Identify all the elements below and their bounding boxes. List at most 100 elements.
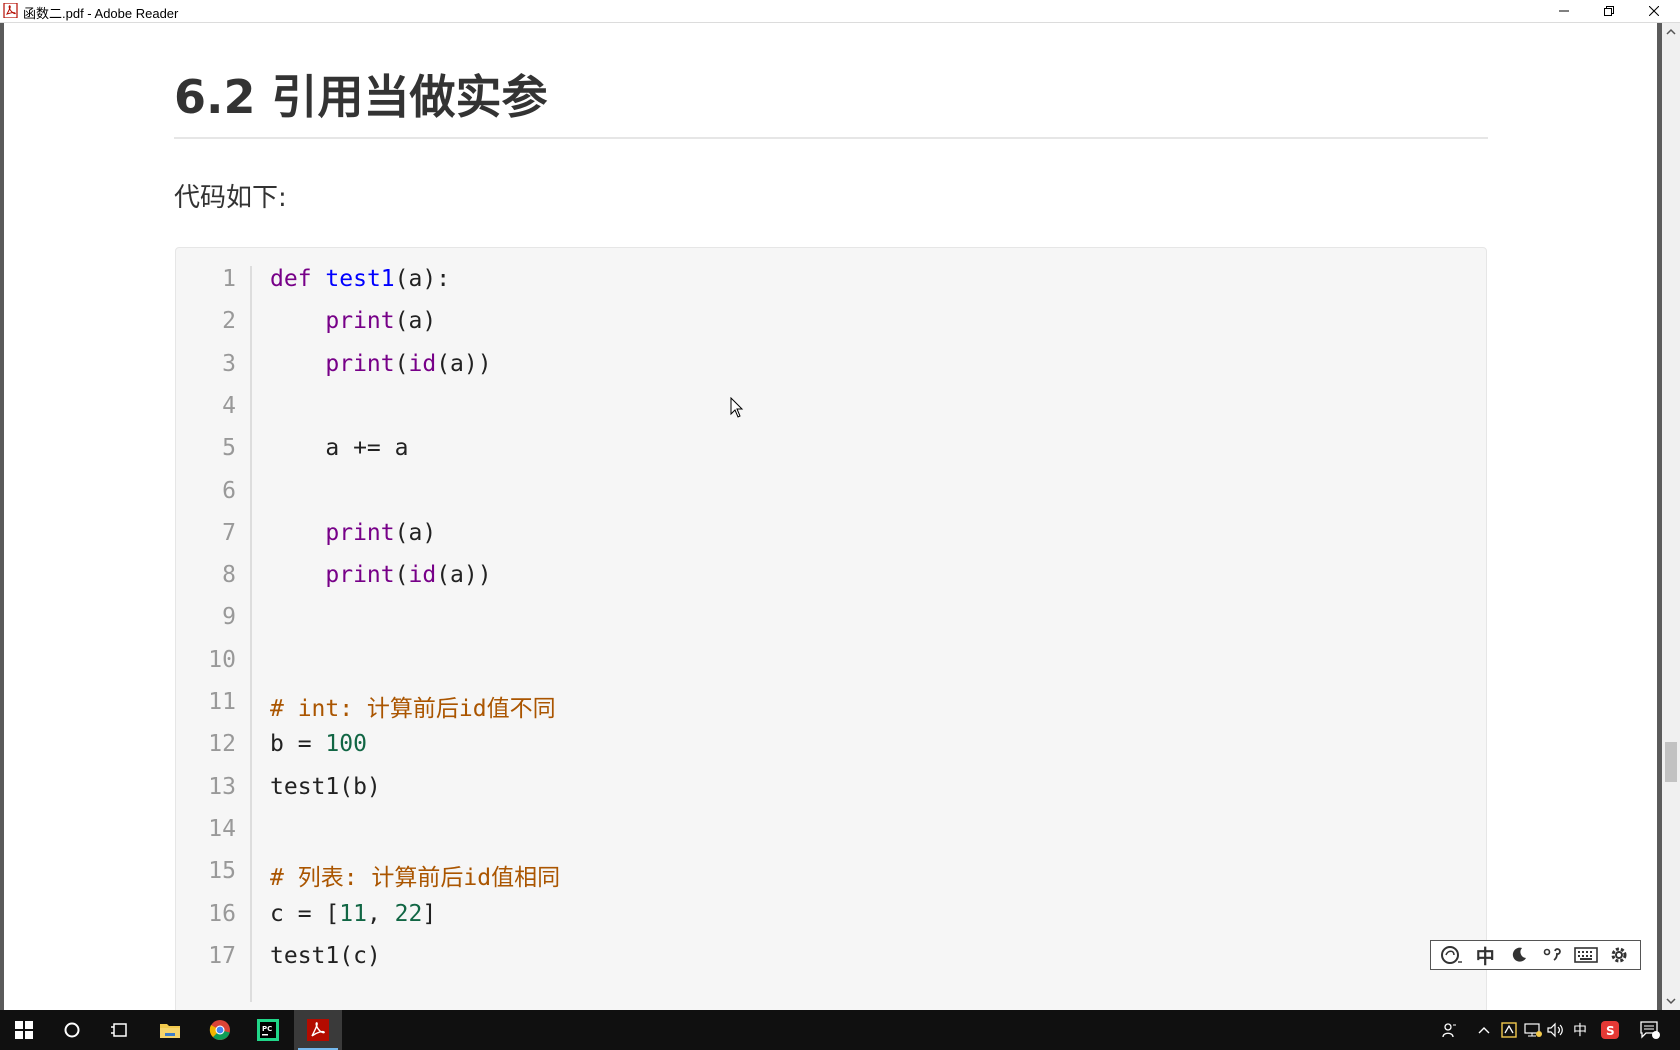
network-icon[interactable]: [1523, 1020, 1543, 1040]
vertical-scrollbar[interactable]: [1662, 23, 1680, 1010]
adobe-reader-icon: [307, 1019, 329, 1041]
title-bar: 函数二.pdf - Adobe Reader: [0, 0, 1680, 23]
ime-chinese-mode[interactable]: 中: [1472, 943, 1498, 968]
input-language-indicator[interactable]: 中: [1570, 1020, 1590, 1040]
people-icon[interactable]: [1440, 1020, 1458, 1040]
minimize-icon: [1559, 10, 1569, 12]
adobe-reader-app-icon: [3, 3, 18, 18]
ime-keyboard-icon[interactable]: [1573, 943, 1599, 967]
svg-text:PC: PC: [262, 1025, 272, 1033]
mouse-pointer-icon: [730, 397, 744, 418]
line-number: 15: [208, 858, 236, 885]
code-token: 11: [339, 900, 367, 927]
search-button[interactable]: [48, 1010, 96, 1050]
code-token: ,: [366, 900, 395, 927]
code-text: test1(b): [270, 774, 381, 800]
code-text: print(a): [270, 520, 436, 546]
chevron-up-icon[interactable]: [1477, 1020, 1491, 1040]
restore-button[interactable]: [1586, 0, 1632, 22]
chrome-icon: [209, 1020, 230, 1040]
line-number: 3: [222, 350, 236, 377]
document-viewport[interactable]: 6.2 引用当做实参 代码如下: 1 def test1(a): 2 print(a…: [0, 23, 1662, 1023]
line-number: 12: [208, 731, 236, 758]
code-line: 17 test1(c): [176, 937, 1486, 979]
code-line: 14: [176, 810, 1486, 852]
code-text: a += a: [270, 435, 408, 461]
adobe-reader-button[interactable]: [294, 1010, 342, 1050]
ime-logo-icon[interactable]: [1439, 943, 1465, 967]
code-text: test1(c): [270, 943, 381, 969]
code-token: id: [408, 350, 437, 377]
notification-center-icon[interactable]: [1638, 1020, 1662, 1040]
code-line: 7 print(a): [176, 514, 1486, 556]
line-number: 8: [222, 562, 236, 589]
page-heading: 6.2 引用当做实参: [174, 70, 548, 124]
ime-punctuation-icon[interactable]: [1539, 943, 1565, 967]
line-number: 13: [208, 773, 236, 800]
windows-icon: [15, 1021, 33, 1039]
folder-icon: [160, 1024, 180, 1038]
code-line: 1 def test1(a):: [176, 260, 1486, 302]
code-line: 15 # 列表: 计算前后id值相同: [176, 852, 1486, 894]
code-token: print: [325, 350, 395, 377]
code-text: print(id(a)): [270, 562, 492, 589]
file-explorer-button[interactable]: [146, 1010, 194, 1050]
code-line: 9: [176, 598, 1486, 640]
code-token: a += a: [270, 435, 409, 462]
code-block: 1 def test1(a): 2 print(a) 3 print(id(a)) 4 5…: [175, 247, 1487, 1023]
pycharm-button[interactable]: PC: [244, 1010, 292, 1050]
code-token: # int: 计算前后id值不同: [270, 696, 556, 722]
svg-text:S: S: [1606, 1024, 1615, 1038]
line-number: 17: [208, 942, 236, 969]
chrome-button[interactable]: [196, 1010, 244, 1050]
code-line: 6: [176, 472, 1486, 514]
code-token: print: [325, 308, 395, 335]
code-token: id: [408, 562, 437, 589]
code-line: 3 print(id(a)): [176, 345, 1486, 387]
start-button[interactable]: [0, 1010, 48, 1050]
code-token: test1: [325, 266, 395, 292]
code-text: # int: 计算前后id值不同: [270, 689, 556, 723]
code-token: c = [: [270, 900, 340, 927]
code-token: b =: [270, 731, 326, 758]
sogou-ime-icon[interactable]: S: [1600, 1020, 1620, 1040]
code-line: 2 print(a): [176, 302, 1486, 344]
taskbar: PC 中 S: [0, 1010, 1680, 1050]
pycharm-icon: PC: [257, 1019, 279, 1041]
code-token: ]: [422, 900, 437, 927]
scroll-down-icon[interactable]: [1665, 996, 1677, 1006]
ime-settings-icon[interactable]: [1606, 943, 1632, 967]
ime-moon-icon[interactable]: [1506, 943, 1532, 967]
code-token: print: [325, 562, 395, 589]
code-line: 5 a += a: [176, 429, 1486, 471]
restore-icon: [1604, 6, 1614, 16]
code-text: print(a): [270, 308, 436, 334]
heading-divider: [174, 137, 1488, 139]
code-text: c = [11, 22]: [270, 901, 436, 927]
scrollbar-thumb[interactable]: [1665, 742, 1677, 782]
code-token: (a): [394, 519, 437, 546]
code-token: (: [394, 562, 409, 589]
line-number: 5: [222, 435, 236, 462]
volume-icon[interactable]: [1546, 1020, 1566, 1040]
code-token: (a):: [394, 266, 451, 292]
line-number: 1: [222, 266, 236, 292]
page-left-border: [0, 23, 4, 1010]
tray-app-icon[interactable]: [1500, 1020, 1518, 1040]
line-number: 4: [222, 392, 236, 419]
line-number: 2: [222, 308, 236, 335]
close-button[interactable]: [1631, 0, 1677, 22]
minimize-button[interactable]: [1541, 0, 1587, 22]
code-token: print: [325, 519, 395, 546]
code-line: 4: [176, 387, 1486, 429]
scroll-up-icon[interactable]: [1665, 27, 1677, 37]
code-token: (: [394, 350, 409, 377]
code-token: 100: [325, 731, 367, 758]
task-view-button[interactable]: [96, 1010, 144, 1050]
ime-toolbar: 中: [1430, 940, 1641, 970]
window-title: 函数二.pdf - Adobe Reader: [23, 6, 179, 21]
code-token: (a)): [436, 562, 492, 589]
